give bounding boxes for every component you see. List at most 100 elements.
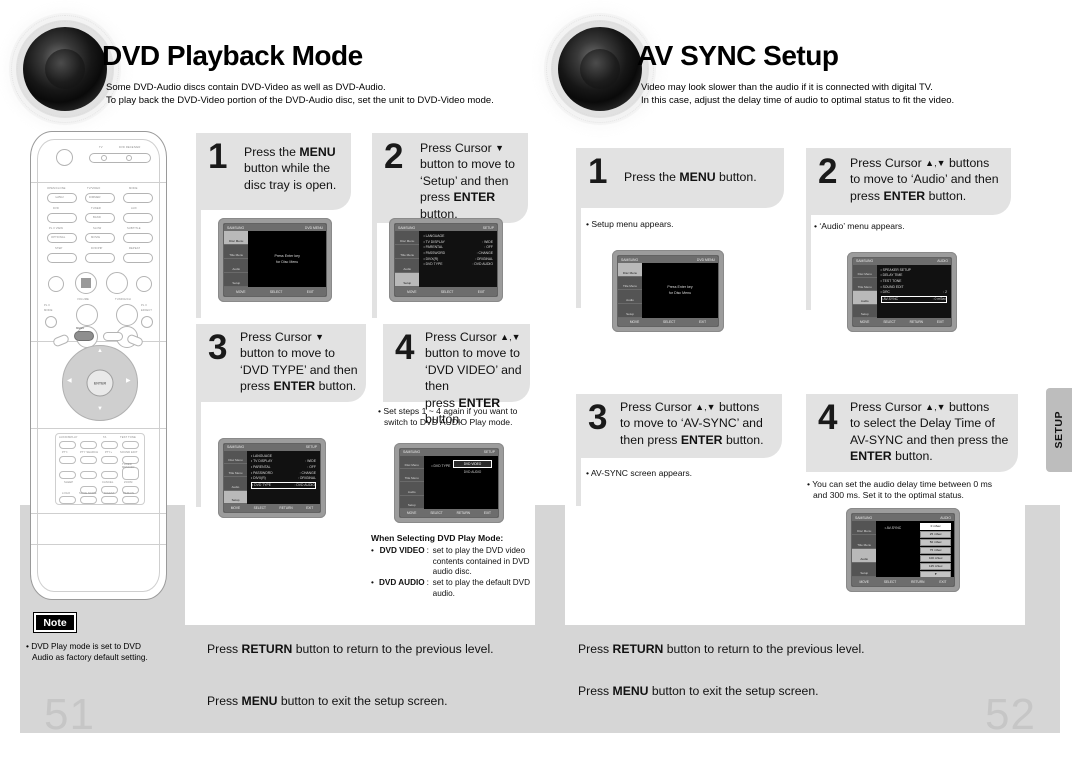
- osd-item-disc-menu: Disc Menu: [852, 521, 877, 536]
- page-subtitle-line-2: To play back the DVD-Video portion of th…: [106, 94, 494, 106]
- osd-item-title-menu: Title Menu: [853, 278, 877, 292]
- setup-side-tab[interactable]: SETUP: [1046, 388, 1072, 472]
- note-line-2: Audio as factory default setting.: [32, 651, 148, 662]
- osd-setup-list: • LANGUAGE • TV DISPLAY: WIDE • PARENTAL…: [247, 450, 320, 504]
- osd-row-key: • DRC: [880, 290, 890, 295]
- osd-item-audio: Audio: [853, 291, 877, 305]
- osd-footer-move: MOVE: [230, 505, 241, 510]
- osd-audio-list: • SPEAKER SETUP • DELAY TIME • TEST TONE…: [876, 264, 951, 318]
- step-line: Press Cursor: [850, 400, 922, 414]
- step-line: Press Cursor: [850, 156, 922, 170]
- step-line: to select the Delay Time of: [850, 416, 995, 431]
- step-line: buttons: [948, 400, 990, 414]
- osd-header: SETUP: [483, 450, 495, 455]
- action-line: Press: [578, 642, 613, 656]
- osd-logo: SAMSUNG: [621, 257, 639, 262]
- osd-screenshot-left-4: SAMSUNG SETUP Disc Menu Title Menu Audio …: [394, 443, 504, 523]
- osd-logo: SAMSUNG: [855, 515, 873, 520]
- right-step-3-note: • AV-SYNC screen appears.: [586, 468, 693, 478]
- osd-footer-select: SELECT: [253, 505, 266, 510]
- remote-control-illustration: TV DVD RECEIVER OPEN/CLOSE TV/VIDEO MODE…: [30, 131, 167, 600]
- remote-dpad: ▲ ▼ ◀ ▶ ENTER: [62, 345, 138, 421]
- osd-footer-return: RETURN: [279, 505, 293, 510]
- osd-item-setup: Setup: [395, 273, 420, 288]
- cursor-down-icon: ▼: [495, 143, 505, 153]
- right-step-1-note: • Setup menu appears.: [586, 219, 674, 229]
- osd-row-value-highlighted: : DVD AUDIO: [294, 482, 315, 487]
- step-number: 2: [818, 152, 838, 191]
- osd-footer-return: RETURN: [909, 319, 923, 324]
- cursor-up-icon: ▲: [925, 158, 935, 168]
- osd-item-disc-menu: Disc Menu: [224, 451, 248, 465]
- left-page-header: DVD Playback Mode Some DVD-Audio discs c…: [10, 14, 510, 124]
- step-line: Press Cursor: [420, 141, 492, 155]
- osd-item-setup: Setup: [852, 563, 877, 578]
- osd-footer-return: RETURN: [456, 510, 470, 515]
- osd-footer-exit: EXIT: [477, 289, 485, 294]
- page-title: AV SYNC Setup: [637, 40, 839, 71]
- osd-footer-exit: EXIT: [306, 289, 314, 294]
- step-number: 4: [818, 398, 838, 437]
- play-mode-desc: set to play the default DVD audio.: [433, 578, 530, 599]
- osd-screenshot-right-2: SAMSUNG AUDIO Disc Menu Title Menu Audio …: [847, 252, 957, 332]
- osd-footer-exit: EXIT: [306, 505, 314, 510]
- step-line: button.: [891, 449, 933, 464]
- left-step-1: 1 Press the MENU button while the disc t…: [196, 133, 351, 210]
- page-title: DVD Playback Mode: [102, 40, 363, 71]
- osd-avsync-option-selected: 0 mSec: [920, 522, 951, 530]
- when-selecting-heading: When Selecting DVD Play Mode:: [371, 533, 504, 543]
- step-line: ‘DVD TYPE’ and then: [240, 362, 358, 377]
- right-page-header: AV SYNC Setup Video may look slower than…: [545, 14, 1065, 124]
- desc-line-1: set to play the DVD video: [432, 546, 526, 556]
- osd-center-line-1: Press Enter key: [274, 254, 300, 259]
- step-line: button.: [722, 432, 764, 447]
- step-line: AV-SYNC and then press the: [850, 432, 1009, 447]
- note-line-1: • DVD Play mode is set to DVD: [26, 641, 141, 651]
- osd-avsync-option: 125 mSec: [920, 562, 951, 570]
- right-page-number: 52: [985, 690, 1036, 739]
- osd-footer-move: MOVE: [407, 289, 417, 294]
- menu-keyword: MENU: [241, 694, 278, 708]
- osd-footer-select: SELECT: [883, 319, 896, 324]
- osd-footer-move: MOVE: [629, 319, 640, 324]
- osd-item-title-menu: Title Menu: [224, 245, 249, 260]
- menu-keyword: MENU: [679, 170, 716, 184]
- osd-item-title-menu: Title Menu: [852, 535, 877, 550]
- left-step-4-note: • Set steps 1 ~ 4 again if you want to s…: [378, 406, 534, 428]
- osd-footer-select: SELECT: [440, 289, 454, 294]
- osd-screenshot-left-3: SAMSUNG SETUP Disc Menu Title Menu Audio …: [218, 438, 326, 518]
- action-line: button to return to the previous level.: [292, 642, 494, 656]
- step-text: Press Cursor ▼ button to move to ‘DVD TY…: [240, 329, 364, 395]
- step-line: button.: [715, 170, 757, 184]
- osd-screenshot-left-1: SAMSUNG DVD MENU Disc Menu Title Menu Aud…: [218, 218, 332, 302]
- osd-item-title-menu: Title Menu: [618, 277, 642, 291]
- osd-row-key-highlighted: • DVD TYPE: [252, 482, 272, 487]
- osd-footer-move: MOVE: [236, 289, 246, 294]
- osd-item-audio: Audio: [395, 259, 420, 274]
- step-line: buttons: [948, 156, 990, 170]
- osd-item-disc-menu: Disc Menu: [224, 231, 249, 246]
- right-step-1: 1 Press the MENU button.: [576, 148, 784, 208]
- osd-logo: SAMSUNG: [398, 225, 416, 230]
- left-action-return: Press RETURN button to return to the pre…: [193, 632, 494, 665]
- osd-avsync-option: 50 mSec: [920, 538, 951, 546]
- right-step-3: 3 Press Cursor ▲,▼ buttons to move to ‘A…: [576, 394, 782, 458]
- osd-item-setup: Setup: [224, 490, 248, 504]
- menu-keyword: MENU: [612, 684, 649, 698]
- osd-setup-list: • LANGUAGE • TV DISPLAY: WIDE • PARENTAL…: [419, 231, 497, 288]
- step-number: 3: [588, 398, 608, 437]
- osd-logo: SAMSUNG: [227, 445, 245, 450]
- step-text: Press Cursor ▼ button to move to ‘Setup’…: [420, 140, 526, 222]
- left-step-4: 4 Press Cursor ▲,▼ button to move to ‘DV…: [383, 324, 530, 426]
- left-page-number: 51: [44, 690, 95, 739]
- osd-footer-exit: EXIT: [483, 510, 491, 515]
- right-step-2: 2 Press Cursor ▲,▼ buttons to move to ‘A…: [806, 148, 1011, 215]
- desc-line-2: audio.: [432, 588, 455, 598]
- enter-keyword: ENTER: [883, 188, 926, 203]
- remote-power-button: [56, 149, 73, 166]
- action-line: Press: [207, 694, 242, 708]
- osd-dvd-type-other: DVD AUDIO: [463, 470, 482, 475]
- osd-header: DVD MENU: [304, 225, 323, 230]
- remote-menu-button: [74, 331, 94, 341]
- step-text: Press the MENU button while the disc tra…: [244, 144, 348, 193]
